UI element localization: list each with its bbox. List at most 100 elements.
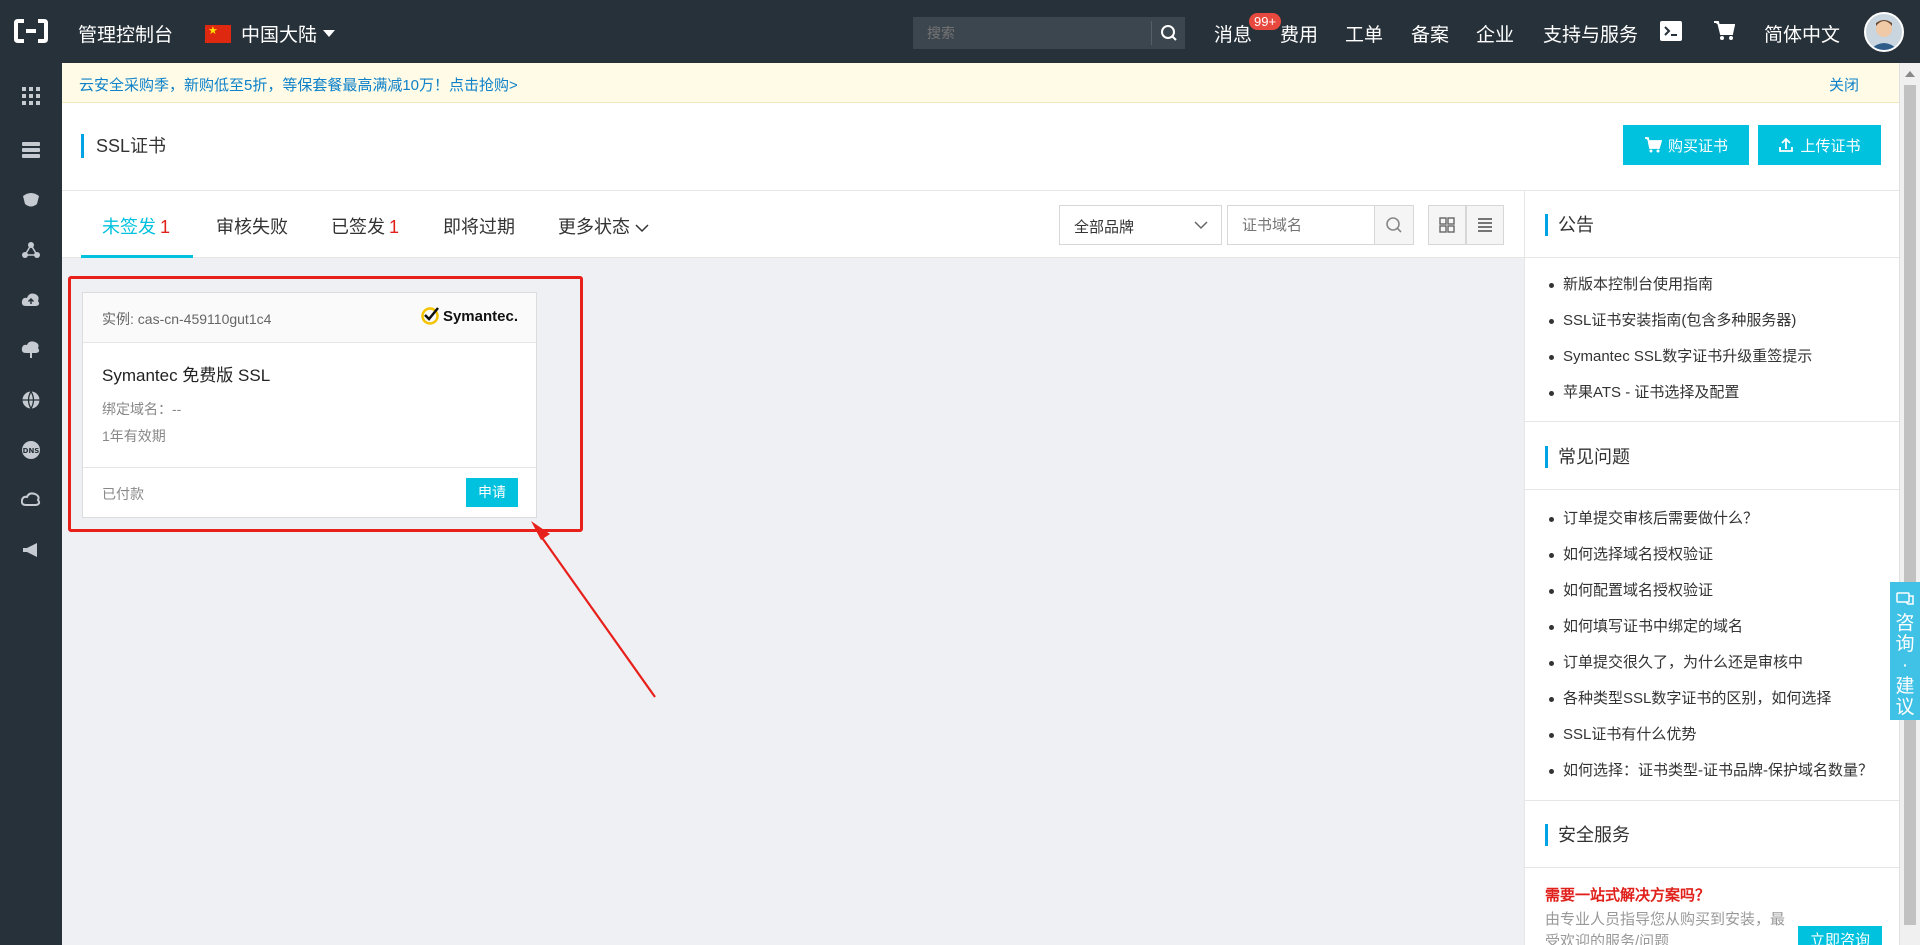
top-bar: 管理控制台 中国大陆 消息 99+ 费用 工单 备案 企业 支持与服务 简体中文 bbox=[0, 0, 1920, 63]
announcements-title: 公告 bbox=[1545, 214, 1594, 236]
aliyun-logo-icon[interactable] bbox=[14, 18, 48, 44]
consult-now-button[interactable]: 立即咨询 bbox=[1798, 926, 1882, 945]
messages-badge: 99+ bbox=[1249, 13, 1282, 30]
buy-certificate-button[interactable]: 购买证书 bbox=[1623, 125, 1749, 165]
left-sidebar: DNS bbox=[0, 63, 62, 945]
faq-link[interactable]: SSL证书有什么优势 bbox=[1547, 725, 1873, 761]
faq-link[interactable]: 如何选择域名授权验证 bbox=[1547, 545, 1873, 581]
nav-icp[interactable]: 备案 bbox=[1411, 20, 1449, 47]
tab-label: 未签发 bbox=[102, 217, 156, 237]
floating-consult-label: 咨询·建议 bbox=[1895, 613, 1915, 718]
global-search bbox=[913, 17, 1185, 49]
brand-select[interactable]: 全部品牌 bbox=[1059, 205, 1222, 245]
divider bbox=[1525, 800, 1900, 801]
announcement-link[interactable]: 苹果ATS - 证书选择及配置 bbox=[1547, 383, 1812, 419]
faq-link[interactable]: 如何选择：证书类型-证书品牌-保护域名数量？ bbox=[1547, 761, 1873, 797]
nav-billing[interactable]: 费用 bbox=[1280, 20, 1318, 47]
scrollbar-thumb[interactable] bbox=[1904, 85, 1916, 925]
user-avatar[interactable] bbox=[1864, 12, 1904, 52]
nav-language[interactable]: 简体中文 bbox=[1764, 20, 1840, 47]
grid-icon[interactable] bbox=[21, 86, 41, 106]
svg-text:DNS: DNS bbox=[23, 447, 40, 455]
upload-certificate-button[interactable]: 上传证书 bbox=[1758, 125, 1881, 165]
search-button[interactable] bbox=[1151, 21, 1185, 45]
tab-label: 审核失败 bbox=[216, 217, 288, 237]
cart-icon bbox=[1644, 137, 1662, 153]
nav-messages[interactable]: 消息 bbox=[1214, 20, 1252, 47]
megaphone-icon[interactable] bbox=[21, 540, 41, 560]
announcement-link[interactable]: SSL证书安装指南(包含多种服务器) bbox=[1547, 311, 1812, 347]
divider bbox=[1525, 421, 1900, 422]
promo-link[interactable]: 云安全采购季，新购低至5折，等保套餐最高满减10万！点击抢购> bbox=[79, 74, 518, 95]
cart-icon[interactable] bbox=[1713, 20, 1735, 42]
server-icon[interactable] bbox=[21, 140, 41, 160]
notice-close-link[interactable]: 关闭 bbox=[1829, 74, 1859, 95]
faq-link[interactable]: 订单提交很久了，为什么还是审核中 bbox=[1547, 653, 1873, 689]
promo-notice: 云安全采购季，新购低至5折，等保套餐最高满减10万！点击抢购> 关闭 bbox=[62, 63, 1899, 103]
floating-consult-tab[interactable]: 咨询·建议 bbox=[1890, 582, 1920, 720]
globe-icon[interactable] bbox=[21, 390, 41, 410]
tab-unissued[interactable]: 未签发 1 bbox=[102, 213, 170, 239]
cloud-db-icon[interactable] bbox=[21, 190, 41, 210]
scroll-up-arrow-icon[interactable] bbox=[1905, 71, 1915, 77]
cloud-upload-icon[interactable] bbox=[21, 290, 41, 310]
search-input[interactable] bbox=[913, 17, 1151, 49]
grid-view-icon bbox=[1439, 217, 1455, 233]
nav-support[interactable]: 支持与服务 bbox=[1543, 20, 1638, 47]
announcement-link[interactable]: 新版本控制台使用指南 bbox=[1547, 275, 1812, 311]
chat-icon bbox=[1896, 592, 1914, 605]
buy-certificate-label: 购买证书 bbox=[1667, 137, 1728, 155]
list-view-icon bbox=[1478, 218, 1492, 232]
list-view-button[interactable] bbox=[1466, 205, 1504, 245]
chevron-down-icon bbox=[1194, 221, 1208, 230]
faq-link[interactable]: 如何填写证书中绑定的域名 bbox=[1547, 617, 1873, 653]
tab-more-status[interactable]: 更多状态 bbox=[558, 213, 649, 239]
tab-expiring[interactable]: 即将过期 bbox=[443, 213, 515, 239]
china-flag-icon bbox=[205, 24, 231, 43]
active-tab-indicator bbox=[81, 255, 193, 258]
security-services-title: 安全服务 bbox=[1545, 824, 1630, 846]
network-icon[interactable] bbox=[21, 240, 41, 260]
domain-search-button[interactable] bbox=[1374, 205, 1414, 245]
region-label: 中国大陆 bbox=[241, 25, 318, 46]
page-scrollbar[interactable] bbox=[1899, 63, 1920, 945]
brand-select-value: 全部品牌 bbox=[1074, 219, 1135, 236]
tab-count: 1 bbox=[389, 217, 400, 237]
tab-review-failed[interactable]: 审核失败 bbox=[216, 213, 288, 239]
faq-title: 常见问题 bbox=[1545, 446, 1630, 468]
faq-link[interactable]: 各种类型SSL数字证书的区别，如何选择 bbox=[1547, 689, 1873, 725]
terminal-icon[interactable] bbox=[1660, 21, 1682, 41]
search-icon bbox=[1386, 217, 1402, 233]
page-title: SSL证书 bbox=[81, 134, 166, 158]
tab-label: 已签发 bbox=[331, 217, 385, 237]
console-brand[interactable]: 管理控制台 bbox=[78, 20, 173, 47]
tab-label: 更多状态 bbox=[558, 217, 630, 237]
security-headline: 需要一站式解决方案吗？ bbox=[1545, 887, 1711, 904]
upload-icon bbox=[1779, 137, 1794, 152]
announcement-link[interactable]: Symantec SSL数字证书升级重签提示 bbox=[1547, 347, 1812, 383]
card-view-button[interactable] bbox=[1428, 205, 1466, 245]
dns-icon[interactable]: DNS bbox=[21, 440, 41, 460]
divider bbox=[1525, 867, 1900, 868]
faq-link[interactable]: 订单提交审核后需要做什么？ bbox=[1547, 509, 1873, 545]
tab-count: 1 bbox=[160, 217, 171, 237]
right-panel: 公告 新版本控制台使用指南 SSL证书安装指南(包含多种服务器) Symante… bbox=[1524, 191, 1900, 945]
region-selector[interactable]: 中国大陆 bbox=[205, 20, 336, 47]
announcements-list: 新版本控制台使用指南 SSL证书安装指南(包含多种服务器) Symantec S… bbox=[1547, 275, 1812, 419]
nav-tickets[interactable]: 工单 bbox=[1345, 20, 1383, 47]
cloud-download-icon[interactable] bbox=[21, 340, 41, 360]
faq-list: 订单提交审核后需要做什么？ 如何选择域名授权验证 如何配置域名授权验证 如何填写… bbox=[1547, 509, 1873, 797]
domain-search-input[interactable] bbox=[1227, 205, 1375, 245]
user-avatar-icon bbox=[1866, 14, 1902, 50]
upload-certificate-label: 上传证书 bbox=[1800, 137, 1861, 155]
page-header: SSL证书 购买证书 上传证书 bbox=[62, 103, 1899, 191]
faq-link[interactable]: 如何配置域名授权验证 bbox=[1547, 581, 1873, 617]
caret-down-icon bbox=[323, 30, 336, 37]
nav-enterprise[interactable]: 企业 bbox=[1476, 20, 1514, 47]
cloud-icon[interactable] bbox=[21, 490, 41, 510]
security-description: 由专业人员指导您从购买到安装，最受欢迎的服务/问题 bbox=[1545, 911, 1786, 945]
divider bbox=[1525, 257, 1900, 258]
divider bbox=[1525, 489, 1900, 490]
chevron-down-icon bbox=[635, 224, 649, 233]
tab-issued[interactable]: 已签发 1 bbox=[331, 213, 399, 239]
